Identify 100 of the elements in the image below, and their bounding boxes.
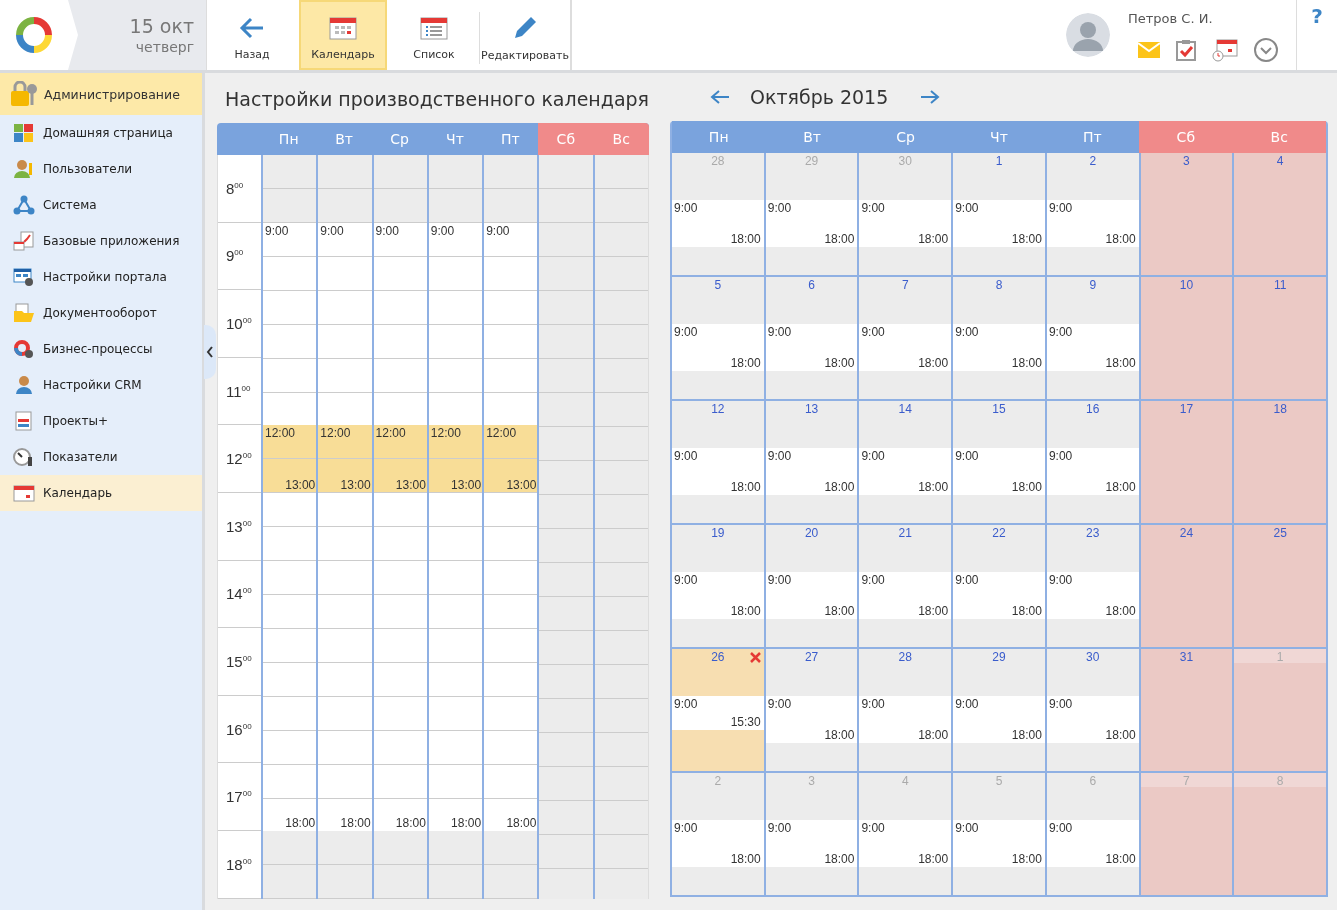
calendar-day-cell[interactable]: 6 9:00 18:00 (1046, 773, 1139, 895)
working-slot[interactable]: 9:00 (484, 222, 538, 426)
calendar-day-cell[interactable]: 15 9:00 18:00 (953, 401, 1045, 523)
day-number: 30 (898, 154, 912, 168)
working-slot[interactable]: 18:00 (428, 493, 483, 831)
calendar-day-cell[interactable]: 13 9:00 18:00 (765, 401, 858, 523)
working-slot[interactable]: 18:00 (373, 493, 427, 831)
calendar-day-cell[interactable]: 24 (1140, 525, 1233, 647)
working-slot[interactable]: 18:00 (263, 493, 317, 831)
end-time: 18:00 (918, 480, 949, 494)
close-icon[interactable] (749, 652, 761, 663)
working-slot[interactable]: 18:00 (318, 493, 372, 831)
calendar-day-cell[interactable]: 8 9:00 18:00 (953, 277, 1045, 399)
hour-label: 9$^{00}$ (226, 247, 244, 265)
weekday-header: Вт (802, 128, 822, 147)
day-number: 5 (714, 278, 722, 292)
calendar-day-cell[interactable]: 28 9:00 18:00 (859, 649, 952, 771)
weekday-header: Чт (445, 130, 465, 149)
calendar-day-cell[interactable]: 2 9:00 18:00 (1046, 153, 1139, 275)
calendar-day-cell[interactable]: 17 (1140, 401, 1233, 523)
working-slot[interactable]: 9:00 (318, 222, 372, 426)
start-time: 9:00 (674, 201, 698, 215)
calendar-day-cell[interactable]: 22 9:00 18:00 (953, 525, 1045, 647)
sidebar-item[interactable]: Показатели (0, 439, 202, 475)
sidebar-item[interactable]: Базовые приложения (0, 223, 202, 259)
calendar-day-cell[interactable]: 27 9:00 18:00 (765, 649, 858, 771)
calendar-day-cell[interactable]: 9 9:00 18:00 (1046, 277, 1139, 399)
sidebar-item[interactable]: Система (0, 187, 202, 223)
calendar-day-cell[interactable]: 18 (1234, 401, 1327, 523)
weekday-header: Вт (334, 130, 354, 149)
user-name[interactable]: Петров С. И. (1128, 10, 1278, 26)
start-time: 9:00 (1048, 573, 1073, 587)
weekday-header: Ср (389, 130, 410, 149)
calendar-day-cell[interactable]: 29 9:00 18:00 (953, 649, 1045, 771)
calendar-day-cell[interactable]: 3 9:00 18:00 (765, 773, 858, 895)
sidebar-item[interactable]: Календарь (0, 475, 202, 511)
calendar-day-cell[interactable]: 11 (1234, 277, 1327, 399)
calendar-day-cell[interactable]: 2 9:00 18:00 (672, 773, 764, 895)
mail-icon[interactable] (1138, 41, 1160, 58)
calendar-day-cell[interactable]: 14 9:00 18:00 (859, 401, 952, 523)
break-slot[interactable]: 12:00 13:00 (484, 425, 538, 493)
calendar-day-cell[interactable]: 6 9:00 18:00 (765, 277, 858, 399)
start-time: 9:00 (674, 821, 698, 835)
calendar-day-cell[interactable]: 12 9:00 18:00 (672, 401, 764, 523)
collapse-sidebar-button[interactable] (204, 325, 216, 379)
calendar-day-cell[interactable]: 16 9:00 18:00 (1046, 401, 1139, 523)
calendar-day-cell[interactable]: 5 9:00 18:00 (672, 277, 764, 399)
break-slot[interactable]: 12:00 13:00 (373, 425, 427, 493)
calendar-toolbar-button[interactable]: Календарь (299, 0, 387, 70)
end-time: 18:00 (824, 852, 855, 866)
working-slot[interactable]: 9:00 (428, 222, 483, 426)
calendar-day-cell[interactable]: 25 (1234, 525, 1327, 647)
weekday-header: Пн (277, 130, 300, 149)
sidebar-item[interactable]: Настройки портала (0, 259, 202, 295)
break-slot[interactable]: 12:00 13:00 (428, 425, 483, 493)
sidebar-item[interactable]: Пользователи (0, 151, 202, 187)
calendar-day-cell[interactable]: 3 (1140, 153, 1233, 275)
break-slot[interactable]: 12:00 13:00 (318, 425, 372, 493)
calendar-day-cell[interactable]: 4 9:00 18:00 (859, 773, 952, 895)
sidebar-item[interactable]: Домашняя страница (0, 115, 202, 151)
sidebar-section-header[interactable]: Администрирование (0, 73, 202, 115)
calendar-day-cell[interactable]: 26 9:00 15:30 (672, 649, 764, 771)
sidebar-item[interactable]: Проекты+ (0, 403, 202, 439)
start-time: 9:00 (767, 697, 792, 711)
working-slot[interactable]: 18:00 (484, 493, 538, 831)
working-slot[interactable]: 9:00 (373, 222, 427, 426)
calendar-day-cell[interactable]: 21 9:00 18:00 (859, 525, 952, 647)
calendar-day-cell[interactable]: 31 (1140, 649, 1233, 771)
calendar-day-cell[interactable]: 28 9:00 18:00 (672, 153, 764, 275)
calendar-day-cell[interactable]: 10 (1140, 277, 1233, 399)
list-icon (420, 15, 448, 40)
sidebar-item[interactable]: Бизнес-процессы (0, 331, 202, 367)
help-link[interactable]: ? (1311, 4, 1323, 30)
previous-month-arrow-icon[interactable] (710, 89, 730, 105)
calendar-day-cell[interactable]: 1 9:00 18:00 (953, 153, 1045, 275)
next-month-arrow-icon[interactable] (920, 89, 940, 105)
sidebar-item[interactable]: Документооборот (0, 295, 202, 331)
day-number: 28 (898, 650, 912, 664)
working-slot[interactable]: 9:00 (263, 222, 317, 426)
calendar-day-cell[interactable]: 7 9:00 18:00 (859, 277, 952, 399)
calendar-clock-icon[interactable] (1212, 37, 1238, 62)
end-time: 18:00 (824, 356, 855, 370)
calendar-day-cell[interactable]: 30 9:00 18:00 (1046, 649, 1139, 771)
day-number: 5 (995, 774, 1003, 788)
ring-gear-icon (13, 339, 35, 359)
calendar-day-cell[interactable]: 20 9:00 18:00 (765, 525, 858, 647)
start-time: 9:00 (674, 573, 698, 587)
sidebar-item[interactable]: Настройки CRM (0, 367, 202, 403)
chevron-down-icon[interactable] (1254, 37, 1278, 62)
calendar-day-cell[interactable]: 5 9:00 18:00 (953, 773, 1045, 895)
calendar-day-cell[interactable]: 29 9:00 18:00 (765, 153, 858, 275)
calendar-day-cell[interactable]: 23 9:00 18:00 (1046, 525, 1139, 647)
avatar-placeholder[interactable] (1066, 13, 1110, 57)
calendar-day-cell[interactable]: 19 9:00 18:00 (672, 525, 764, 647)
hour-label: 8$^{00}$ (226, 179, 244, 197)
calendar-day-cell[interactable]: 4 (1234, 153, 1327, 275)
break-slot[interactable]: 12:00 13:00 (263, 425, 317, 493)
tiles-icon (13, 123, 35, 143)
task-checklist-icon[interactable] (1176, 38, 1196, 61)
calendar-day-cell[interactable]: 30 9:00 18:00 (859, 153, 952, 275)
